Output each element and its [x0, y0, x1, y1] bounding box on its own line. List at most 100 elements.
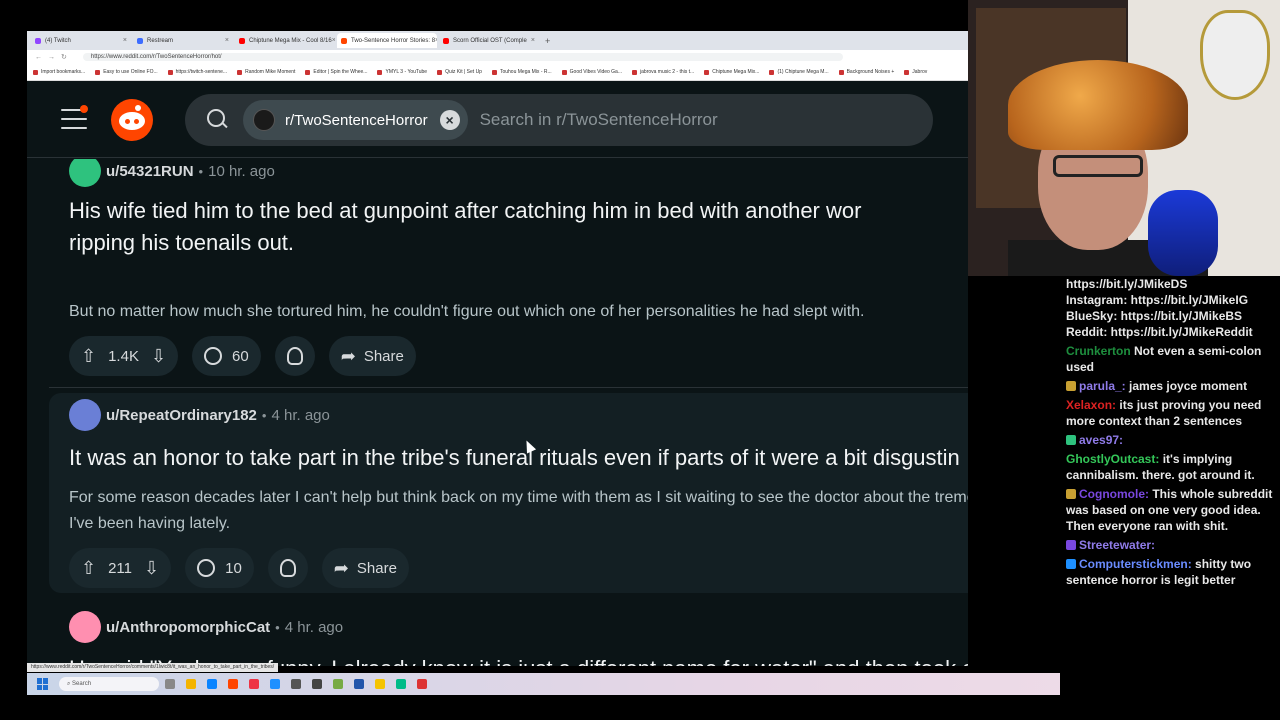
taskbar-app-icon[interactable] — [375, 679, 385, 689]
url-field[interactable]: https://www.reddit.com/r/TwoSentenceHorr… — [82, 53, 843, 61]
windows-start-icon[interactable] — [37, 678, 49, 690]
search-input[interactable]: Search in r/TwoSentenceHorror — [480, 110, 718, 130]
tab-scorn[interactable]: Scorn Official OST (Comple × — [439, 33, 539, 48]
avatar[interactable] — [69, 159, 101, 187]
comments-button[interactable]: 60 — [192, 336, 261, 376]
vote-count: 211 — [108, 559, 133, 577]
bookmark[interactable]: Easy to use Online FO... — [95, 69, 157, 75]
chat-badge-icon — [1066, 540, 1076, 550]
screen: (4) Twitch × Restream × Chiptune Mega Mix … — [0, 0, 1280, 720]
post-time: 4 hr. ago — [271, 406, 330, 424]
tab-close-icon[interactable]: × — [332, 37, 335, 44]
tab-close-icon[interactable]: × — [225, 37, 229, 44]
taskbar-app-icon[interactable] — [249, 679, 259, 689]
upvote-icon[interactable]: ⇧ — [81, 558, 96, 579]
post-body: For some reason decades later I can't he… — [69, 485, 968, 537]
share-icon: ➦ — [333, 557, 349, 578]
taskbar-app-icon[interactable] — [312, 679, 322, 689]
bookmark[interactable]: YMYL 3 - YouTube — [377, 69, 427, 75]
chat-username[interactable]: parula_: — [1079, 379, 1126, 393]
address-bar: ←→↻ https://www.reddit.com/r/TwoSentence… — [27, 50, 968, 64]
post-feed: u/54321RUN • 10 hr. ago His wife tied hi… — [27, 159, 968, 666]
wall-mask — [1200, 10, 1270, 100]
post-body: But no matter how much she tortured him,… — [69, 303, 865, 320]
bookmark[interactable]: Editor | Spin the Whee... — [305, 69, 367, 75]
taskbar-app-icon[interactable] — [228, 679, 238, 689]
tab-twitch[interactable]: (4) Twitch × — [31, 33, 131, 48]
comment-icon — [197, 559, 216, 577]
bookmark[interactable]: Touhou Mega Mix - R... — [492, 69, 552, 75]
chat-text: james joyce moment — [1129, 379, 1248, 393]
chat-text: BlueSky: https://bit.ly/JMikeBS — [1066, 309, 1243, 323]
chat-username[interactable]: Streetewater: — [1079, 538, 1155, 552]
post-username[interactable]: u/RepeatOrdinary182 — [106, 407, 257, 424]
tab-close-icon[interactable]: × — [435, 37, 437, 44]
bookmark[interactable]: Good Vibes Video Ga... — [562, 69, 622, 75]
taskbar-app-icon[interactable] — [291, 679, 301, 689]
chat-username[interactable]: Crunkerton — [1066, 344, 1131, 358]
tab-label: Scorn Official OST (Comple — [453, 37, 527, 44]
tab-reddit[interactable]: Two-Sentence Horror Stories: 8× — [337, 33, 437, 48]
taskbar-app-icon[interactable] — [333, 679, 343, 689]
bookmark[interactable]: (1) Chiptune Mega M... — [769, 69, 828, 75]
stream-chat: https://bit.ly/JMikeDS Instagram: https:… — [1060, 276, 1280, 720]
divider — [49, 387, 968, 388]
bookmark[interactable]: Jabrov — [904, 69, 927, 75]
post-time: 4 hr. ago — [284, 618, 344, 636]
taskbar-app-icon[interactable] — [165, 679, 175, 689]
chat-message: Instagram: https://bit.ly/JMikeIG — [1060, 292, 1280, 308]
chat-username[interactable]: Xelaxon: — [1066, 398, 1116, 412]
bookmark[interactable]: Quiz Kit | Set Up — [437, 69, 482, 75]
taskbar-search[interactable]: ⌕ Search — [59, 677, 159, 691]
taskbar-app-icon[interactable] — [207, 679, 217, 689]
share-label: Share — [363, 347, 404, 365]
comments-button[interactable]: 10 — [185, 548, 254, 588]
taskbar-app-icon[interactable] — [270, 679, 280, 689]
post-title[interactable]: It was an honor to take part in the trib… — [69, 442, 960, 474]
avatar[interactable] — [69, 611, 101, 643]
reddit-logo-icon[interactable] — [111, 99, 153, 141]
streamer-glasses — [1053, 155, 1143, 177]
award-button[interactable] — [267, 548, 308, 588]
chat-username[interactable]: GhostlyOutcast: — [1066, 452, 1159, 466]
downvote-icon[interactable]: ⇩ — [151, 346, 166, 367]
new-tab-button[interactable]: + — [545, 36, 550, 46]
search-bar[interactable]: r/TwoSentenceHorror × Search in r/TwoSen… — [185, 94, 933, 146]
bookmark[interactable]: Background Noises + — [839, 69, 895, 75]
bookmark[interactable]: Random Mike Moment — [237, 69, 295, 75]
tab-close-icon[interactable]: × — [123, 37, 127, 44]
post-username[interactable]: u/AnthropomorphicCat — [106, 619, 270, 636]
chat-username[interactable]: Computerstickmen: — [1079, 557, 1192, 571]
tab-close-icon[interactable]: × — [531, 37, 535, 44]
chat-message: GhostlyOutcast: it's implying cannibalis… — [1060, 451, 1280, 483]
post-title[interactable]: His wife tied him to the bed at gunpoint… — [69, 195, 861, 259]
taskbar-app-icon[interactable] — [396, 679, 406, 689]
bookmark[interactable]: Import bookmarks... — [33, 69, 85, 75]
tab-label: Chiptune Mega Mix - Cool 8/16 — [249, 37, 332, 44]
close-icon[interactable]: × — [439, 110, 460, 130]
restream-favicon-icon — [137, 37, 143, 44]
post-body-line: I've been having lately. — [69, 515, 231, 532]
award-button[interactable] — [274, 336, 315, 376]
downvote-icon[interactable]: ⇩ — [144, 558, 159, 579]
tab-chiptune[interactable]: Chiptune Mega Mix - Cool 8/16 × — [235, 33, 335, 48]
upvote-icon[interactable]: ⇧ — [81, 346, 96, 367]
share-button[interactable]: ➦ Share — [328, 336, 416, 376]
bookmark[interactable]: https://twitch-sentene... — [168, 69, 227, 75]
bookmark[interactable]: jabrova music 2 - this t... — [632, 69, 694, 75]
taskbar-app-icon[interactable] — [417, 679, 427, 689]
chat-username[interactable]: aves97: — [1079, 433, 1123, 447]
chat-message: Computerstickmen: shitty two sentence ho… — [1060, 556, 1280, 588]
chat-message: https://bit.ly/JMikeDS — [1060, 276, 1280, 292]
post-meta: u/54321RUN • 10 hr. ago — [69, 159, 275, 187]
taskbar-app-icon[interactable] — [186, 679, 196, 689]
taskbar-app-icon[interactable] — [354, 679, 364, 689]
post-username[interactable]: u/54321RUN — [106, 163, 194, 180]
subreddit-chip[interactable]: r/TwoSentenceHorror × — [243, 100, 468, 140]
nav-buttons[interactable]: ←→↻ — [35, 53, 73, 61]
chat-username[interactable]: Cognomole: — [1079, 487, 1149, 501]
share-button[interactable]: ➦ Share — [321, 548, 409, 588]
bookmark[interactable]: Chiptune Mega Mix... — [704, 69, 759, 75]
tab-restream[interactable]: Restream × — [133, 33, 233, 48]
avatar[interactable] — [69, 399, 101, 431]
